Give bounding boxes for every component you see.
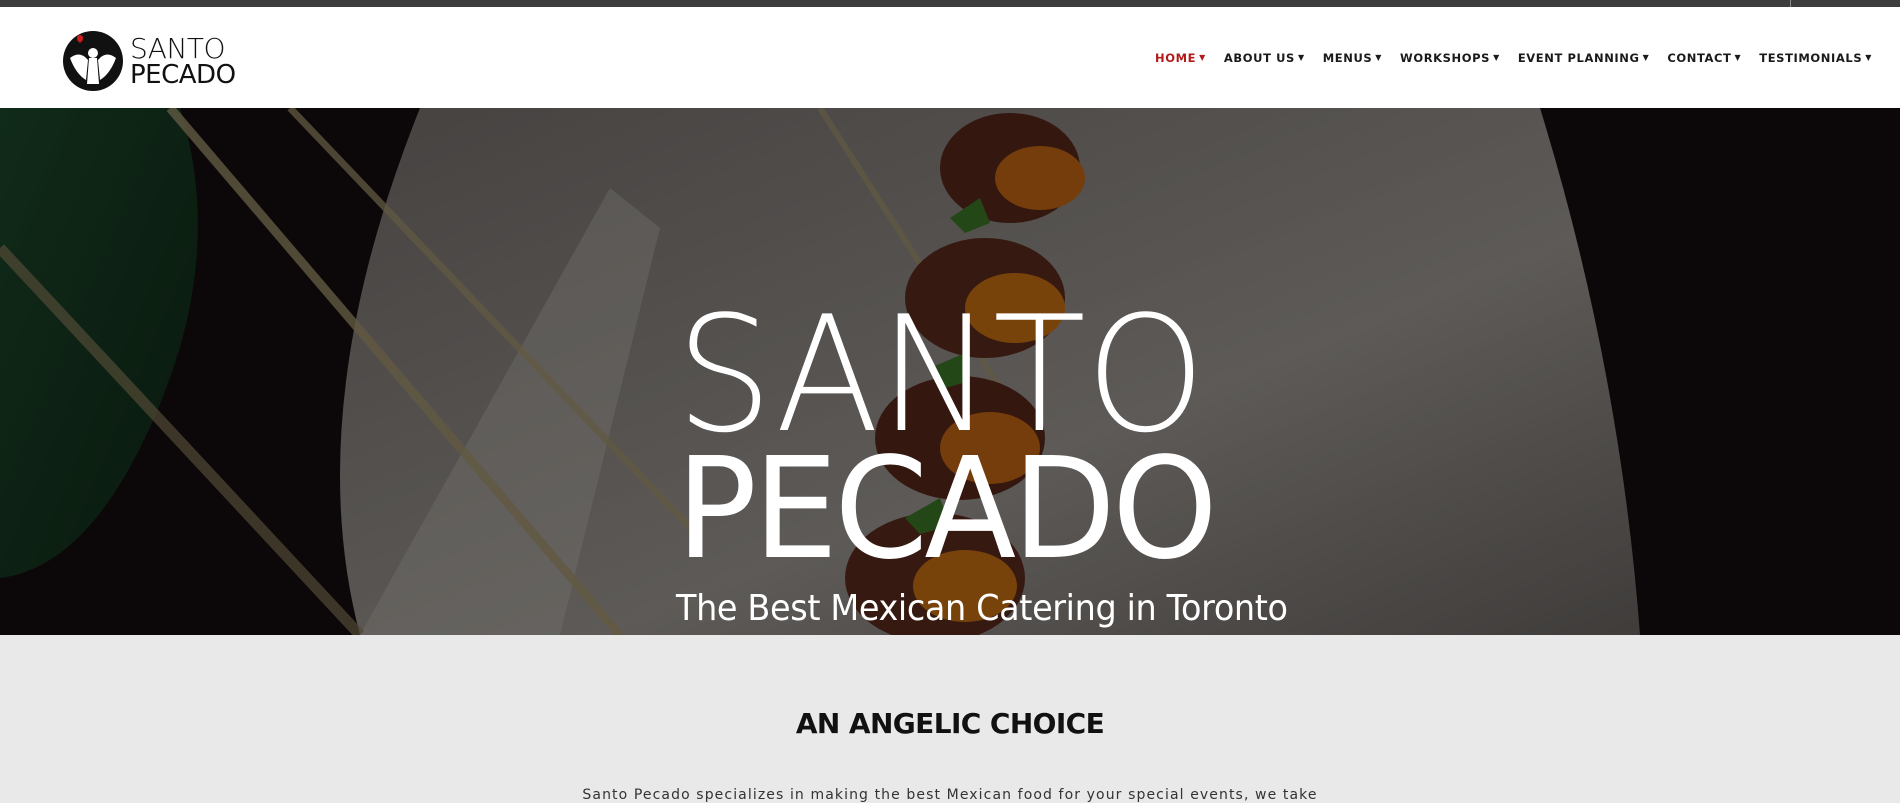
- logo-text-line1: SANTO: [130, 31, 226, 65]
- caret-down-icon: ▼: [1297, 52, 1305, 62]
- site-header: SANTO PECADO HOME ▼ ABOUT US ▼ MENUS ▼ W…: [0, 7, 1900, 108]
- nav-item-contact[interactable]: CONTACT ▼: [1667, 51, 1741, 65]
- hero-title: SANTO PECADO The Best Mexican Catering i…: [676, 281, 1288, 630]
- nav-item-home[interactable]: HOME ▼: [1155, 51, 1206, 65]
- hero-title-line1: SANTO: [676, 281, 1206, 468]
- nav-label: WORKSHOPS: [1400, 50, 1491, 65]
- logo-text-line2: PECADO: [130, 59, 236, 90]
- caret-down-icon: ▼: [1734, 52, 1742, 62]
- angel-logo-icon: [63, 31, 123, 91]
- top-bar: [0, 0, 1900, 7]
- nav-label: HOME: [1155, 50, 1197, 65]
- main-nav: HOME ▼ ABOUT US ▼ MENUS ▼ WORKSHOPS ▼ EV…: [1155, 7, 1872, 108]
- nav-label: CONTACT: [1667, 50, 1732, 65]
- caret-down-icon: ▼: [1493, 52, 1500, 62]
- nav-item-event-planning[interactable]: EVENT PLANNING ▼: [1518, 51, 1650, 65]
- site-logo[interactable]: SANTO PECADO: [62, 29, 236, 93]
- nav-item-menus[interactable]: MENUS ▼: [1323, 51, 1382, 65]
- caret-down-icon: ▼: [1199, 52, 1206, 62]
- intro-title: AN ANGELIC CHOICE: [795, 707, 1105, 740]
- nav-item-about-us[interactable]: ABOUT US ▼: [1224, 51, 1305, 65]
- hero-banner: SANTO PECADO The Best Mexican Catering i…: [0, 108, 1900, 635]
- hero-title-line2: PECADO: [676, 428, 1218, 591]
- nav-item-workshops[interactable]: WORKSHOPS ▼: [1400, 51, 1500, 65]
- caret-down-icon: ▼: [1642, 52, 1650, 62]
- nav-item-testimonials[interactable]: TESTIMONIALS ▼: [1759, 51, 1872, 65]
- nav-label: TESTIMONIALS: [1759, 50, 1863, 65]
- top-bar-divider: [1790, 0, 1791, 7]
- intro-text: Santo Pecado specializes in making the b…: [582, 787, 1318, 803]
- hero-subtitle: The Best Mexican Catering in Toronto: [676, 588, 1288, 629]
- nav-label: ABOUT US: [1223, 50, 1295, 65]
- caret-down-icon: ▼: [1865, 52, 1872, 62]
- caret-down-icon: ▼: [1375, 52, 1383, 62]
- nav-label: EVENT PLANNING: [1517, 50, 1640, 65]
- nav-label: MENUS: [1322, 50, 1373, 65]
- intro-section: AN ANGELIC CHOICE Santo Pecado specializ…: [0, 635, 1900, 803]
